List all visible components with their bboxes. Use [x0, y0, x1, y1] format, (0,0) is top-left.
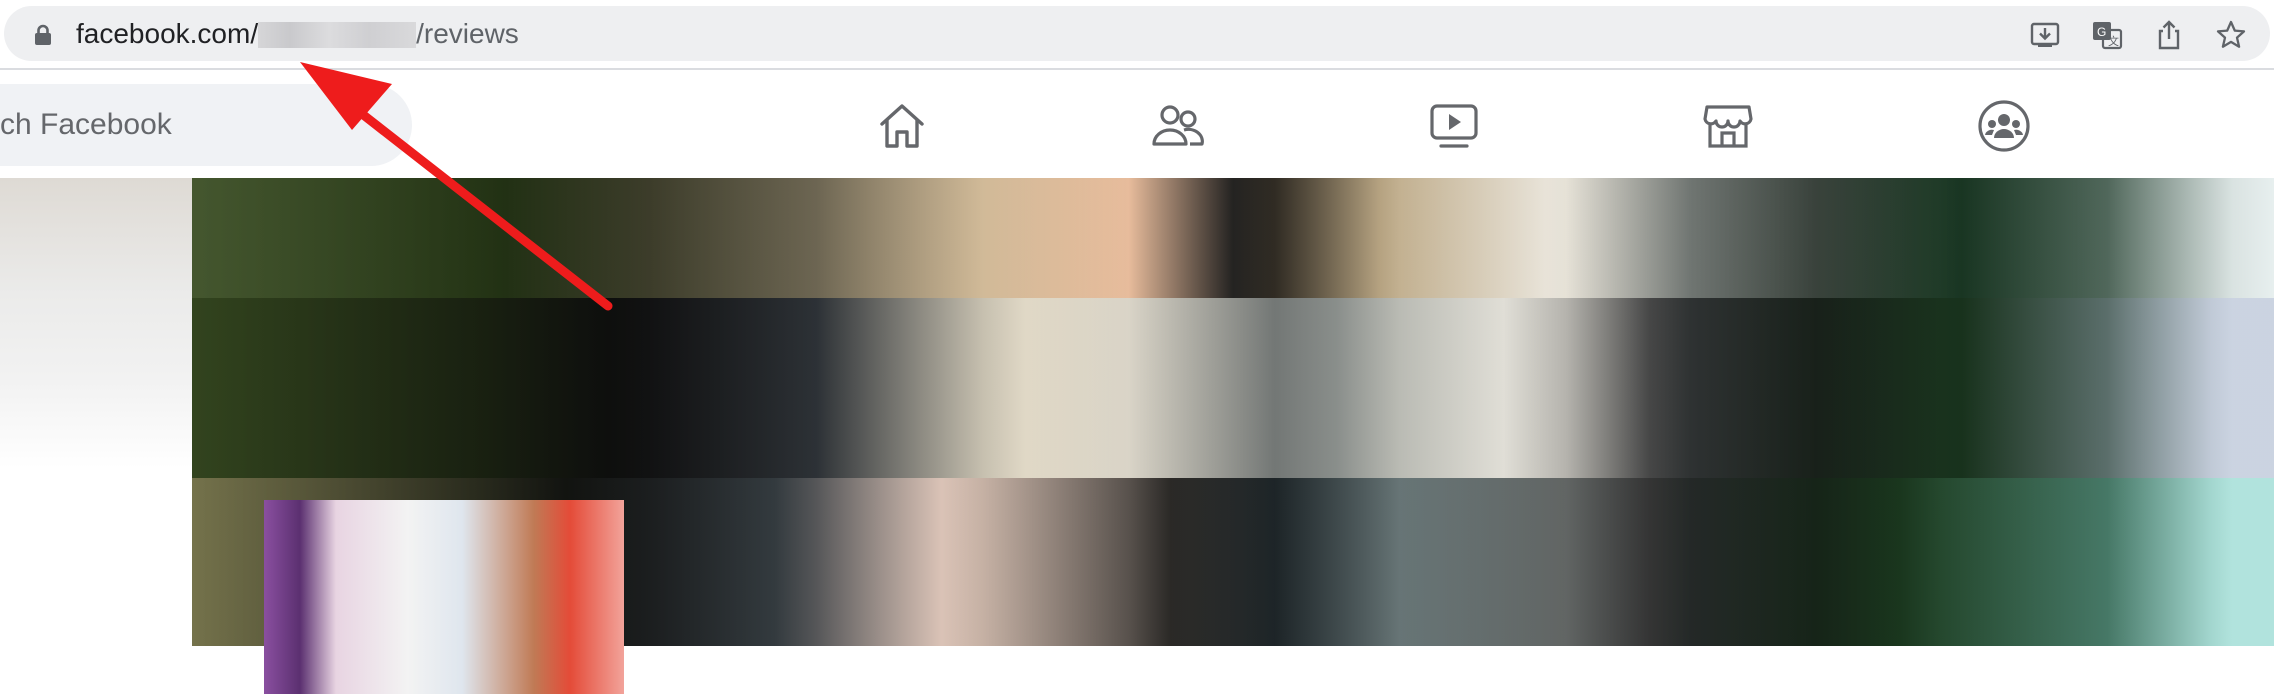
url-path: /reviews [416, 18, 519, 49]
svg-text:文: 文 [2108, 34, 2119, 48]
share-button[interactable] [2152, 18, 2186, 52]
marketplace-icon [1703, 105, 1753, 148]
url-text[interactable]: facebook.com/ /reviews [76, 18, 519, 50]
translate-button[interactable]: G 文 [2090, 18, 2124, 52]
address-bar[interactable]: facebook.com/ /reviews G 文 [4, 6, 2270, 61]
url-host: facebook.com/ [76, 18, 259, 49]
groups-icon [1978, 100, 2030, 152]
tab-home[interactable] [872, 96, 932, 156]
download-icon [2030, 22, 2060, 47]
redacted-segment [258, 22, 417, 48]
tab-marketplace[interactable] [1698, 96, 1758, 156]
toolbar-divider [0, 68, 2274, 70]
tab-friends[interactable] [1148, 96, 1208, 156]
share-icon [2158, 20, 2180, 50]
main-nav [0, 96, 2274, 156]
lock-icon [35, 24, 51, 45]
tab-groups[interactable] [1974, 96, 2034, 156]
profile-picture[interactable] [264, 500, 624, 694]
translate-icon: G 文 [2093, 22, 2123, 50]
home-icon [880, 104, 924, 148]
download-button[interactable] [2028, 18, 2062, 52]
watch-icon [1430, 104, 1478, 148]
friends-icon [1152, 105, 1204, 146]
tab-watch[interactable] [1424, 96, 1484, 156]
svg-text:G: G [2097, 25, 2106, 39]
cover-edge [0, 178, 192, 468]
star-icon [2216, 20, 2246, 48]
bookmark-button[interactable] [2214, 18, 2248, 52]
